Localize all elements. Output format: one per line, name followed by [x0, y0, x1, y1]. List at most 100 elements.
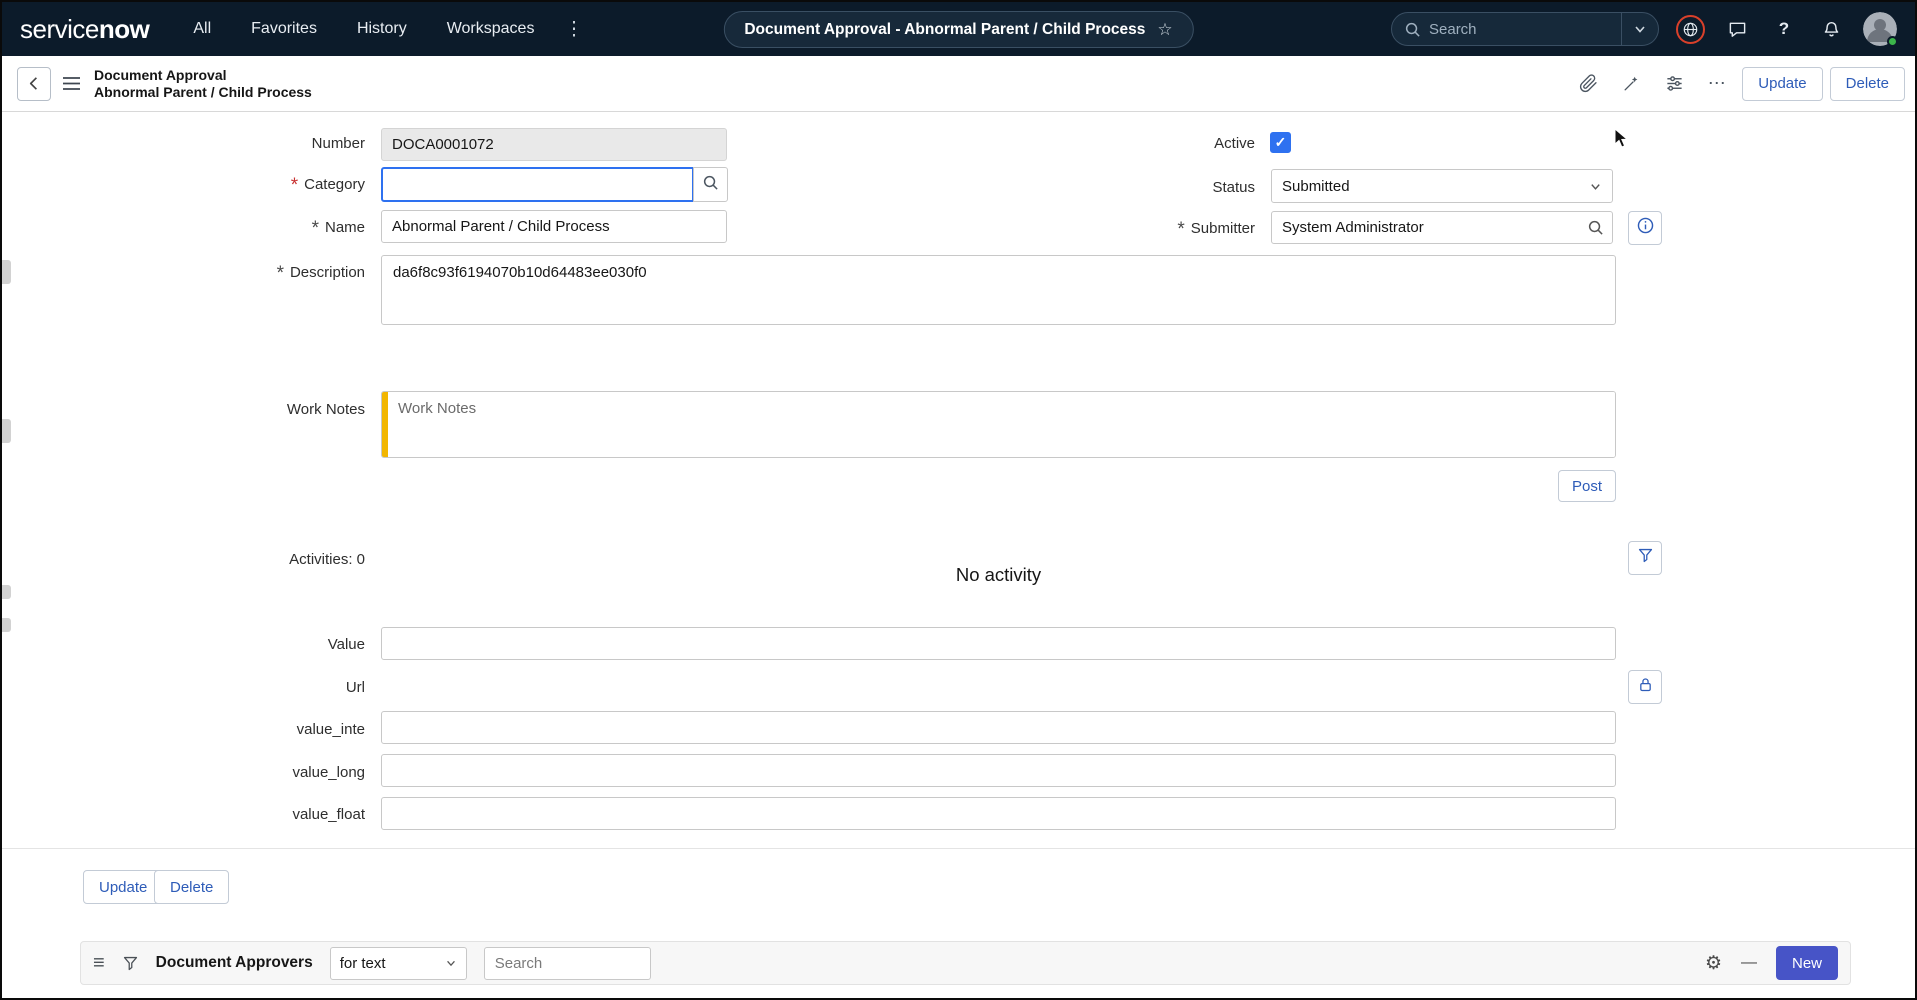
check-icon: ✓ [1275, 134, 1287, 151]
search-icon [1404, 21, 1421, 38]
lock-icon [1637, 676, 1654, 698]
form-context-menu-icon[interactable] [62, 76, 81, 91]
activity-filter-button[interactable] [1628, 541, 1662, 575]
presence-status-dot [1887, 36, 1898, 47]
record-pill-label: Document Approval - Abnormal Parent / Ch… [744, 21, 1145, 39]
form-settings-sliders-icon[interactable] [1656, 67, 1692, 101]
description-label: *Description [135, 262, 365, 282]
related-list-search-input[interactable] [484, 947, 651, 980]
value-field[interactable] [381, 627, 1616, 660]
value-float-label: value_float [135, 804, 365, 824]
url-label: Url [135, 677, 365, 697]
status-select[interactable]: Submitted [1271, 169, 1613, 203]
post-button[interactable]: Post [1558, 470, 1616, 502]
related-list-search-field-value: for text [340, 955, 386, 972]
value-float-field[interactable] [381, 797, 1616, 830]
category-lookup-button[interactable] [693, 167, 728, 202]
required-asterisk-icon: * [312, 224, 319, 234]
funnel-icon [1637, 547, 1654, 569]
name-label: *Name [135, 217, 365, 237]
related-list-header: ≡ Document Approvers for text ⚙ — New [80, 941, 1851, 985]
chevron-down-icon [1589, 180, 1602, 193]
value-label: Value [135, 634, 365, 654]
primary-nav: All Favorites History Workspaces [193, 20, 534, 38]
left-edge-marker [2, 260, 11, 284]
url-lock-button[interactable] [1628, 670, 1662, 704]
value-inte-label: value_inte [135, 719, 365, 739]
update-button[interactable]: Update [1742, 67, 1822, 101]
logo-service-text: service [20, 14, 99, 44]
left-edge-marker [2, 585, 11, 599]
logo-now-text: now [99, 14, 150, 44]
chat-icon[interactable] [1722, 14, 1752, 44]
servicenow-app-window: servicenow All Favorites History Workspa… [0, 0, 1917, 1000]
active-checkbox[interactable]: ✓ [1270, 132, 1291, 153]
search-icon [702, 174, 719, 196]
nav-item-all[interactable]: All [193, 20, 211, 38]
value-long-label: value_long [135, 762, 365, 782]
header-right-controls: ? [1391, 12, 1897, 46]
nav-item-workspaces[interactable]: Workspaces [447, 20, 535, 38]
related-list-search-field-select[interactable]: for text [330, 947, 467, 980]
no-activity-message: No activity [381, 564, 1616, 586]
name-field[interactable] [381, 210, 727, 243]
global-search [1391, 12, 1659, 46]
status-select-value: Submitted [1282, 178, 1350, 195]
footer-update-button[interactable]: Update [83, 870, 163, 904]
chevron-down-icon [445, 957, 457, 969]
related-list-menu-icon[interactable]: ≡ [93, 953, 105, 973]
work-notes-field[interactable] [388, 392, 1615, 457]
activities-label: Activities: 0 [135, 549, 365, 569]
top-navigation-bar: servicenow All Favorites History Workspa… [2, 2, 1915, 56]
global-search-input[interactable] [1421, 21, 1621, 38]
submitter-preview-button[interactable] [1628, 211, 1662, 245]
favorite-star-icon[interactable]: ☆ [1157, 20, 1172, 40]
footer-delete-button[interactable]: Delete [154, 870, 229, 904]
delete-button[interactable]: Delete [1830, 67, 1905, 101]
notifications-bell-icon[interactable] [1816, 14, 1846, 44]
form-footer-divider [2, 848, 1915, 849]
related-list-title: Document Approvers [156, 954, 313, 972]
active-label: Active [1025, 133, 1255, 153]
submitter-field[interactable] [1271, 211, 1613, 244]
work-notes-field-wrap [381, 391, 1616, 458]
form-header-actions: ⋯ Update Delete [1570, 67, 1905, 101]
left-edge-marker [2, 419, 11, 443]
number-field[interactable] [381, 128, 727, 161]
required-asterisk-icon: * [1177, 225, 1184, 235]
number-label: Number [135, 133, 365, 153]
related-list-filter-icon[interactable] [122, 955, 139, 972]
info-icon [1636, 216, 1655, 240]
servicenow-logo[interactable]: servicenow [20, 14, 149, 45]
value-inte-field[interactable] [381, 711, 1616, 744]
form-header-bar: Document Approval Abnormal Parent / Chil… [2, 56, 1915, 112]
submitter-field-wrap [1271, 211, 1613, 244]
category-field[interactable] [381, 167, 694, 202]
nav-more-menu-icon[interactable]: ⋮ [564, 18, 583, 41]
category-label: *Category [135, 174, 365, 194]
open-record-pill[interactable]: Document Approval - Abnormal Parent / Ch… [723, 11, 1193, 48]
record-type-label: Document Approval [94, 67, 312, 84]
required-asterisk-icon: * [291, 181, 298, 191]
personalize-wand-icon[interactable] [1613, 67, 1649, 101]
collapse-list-icon[interactable]: — [1741, 954, 1757, 972]
mouse-cursor [1614, 128, 1630, 155]
record-name-label: Abnormal Parent / Child Process [94, 84, 312, 101]
value-long-field[interactable] [381, 754, 1616, 787]
connect-globe-icon[interactable] [1676, 15, 1705, 44]
search-scope-dropdown[interactable] [1622, 13, 1658, 45]
new-record-button[interactable]: New [1776, 946, 1838, 980]
description-field[interactable]: da6f8c93f6194070b10d64483ee030f0 [381, 255, 1616, 325]
back-button[interactable] [17, 67, 51, 101]
related-list-right-controls: ⚙ — New [1705, 946, 1838, 980]
left-edge-marker [2, 618, 11, 632]
record-title: Document Approval Abnormal Parent / Chil… [94, 67, 312, 101]
help-icon[interactable]: ? [1769, 14, 1799, 44]
gear-icon[interactable]: ⚙ [1705, 952, 1722, 975]
attachment-paperclip-icon[interactable] [1570, 67, 1606, 101]
more-options-icon[interactable]: ⋯ [1699, 67, 1735, 101]
nav-item-history[interactable]: History [357, 20, 407, 38]
user-avatar[interactable] [1863, 12, 1897, 46]
work-notes-label: Work Notes [135, 399, 365, 419]
nav-item-favorites[interactable]: Favorites [251, 20, 317, 38]
